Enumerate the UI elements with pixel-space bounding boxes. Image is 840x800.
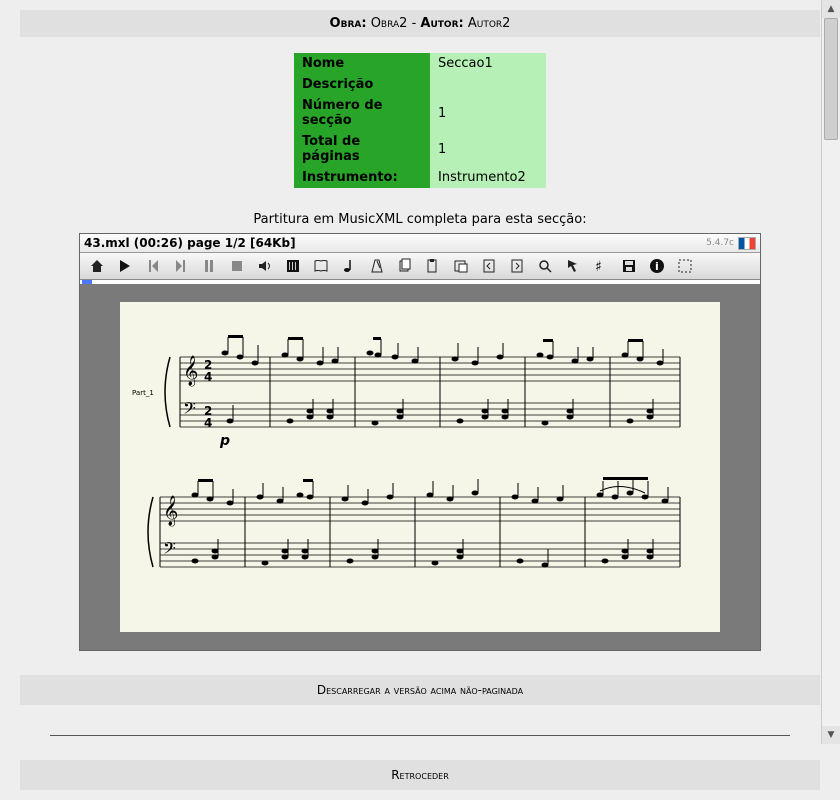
svg-text:4: 4 bbox=[204, 416, 212, 430]
info-key: Total de páginas bbox=[294, 131, 430, 167]
scroll-thumb[interactable] bbox=[824, 18, 838, 140]
mixer-icon[interactable] bbox=[282, 256, 304, 276]
download-button[interactable]: Descarregar a versão acima não-paginada bbox=[20, 675, 820, 705]
sharp-icon[interactable]: ♯ bbox=[590, 256, 612, 276]
info-table: NomeSeccao1 Descrição Número de secção1 … bbox=[294, 53, 546, 188]
svg-text:𝄢: 𝄢 bbox=[163, 538, 176, 562]
divider bbox=[50, 735, 790, 736]
header-bar: Obra: Obra2 - Autor: Autor2 bbox=[20, 10, 820, 37]
scroll-down-button[interactable]: ▼ bbox=[822, 726, 840, 744]
info-key: Descrição bbox=[294, 74, 430, 95]
label-autor: Autor: bbox=[420, 16, 463, 31]
scroll-track[interactable] bbox=[822, 18, 840, 726]
step-forward-icon[interactable] bbox=[170, 256, 192, 276]
score-sheet[interactable]: Part_1 bbox=[120, 302, 720, 632]
stop-icon[interactable] bbox=[226, 256, 248, 276]
value-autor: Autor2 bbox=[468, 16, 511, 31]
info-key: Número de secção bbox=[294, 95, 430, 131]
info-icon[interactable]: i bbox=[646, 256, 668, 276]
arrow-icon[interactable] bbox=[562, 256, 584, 276]
metronome-icon[interactable] bbox=[366, 256, 388, 276]
step-back-icon[interactable] bbox=[142, 256, 164, 276]
info-val: Instrumento2 bbox=[430, 167, 546, 188]
pause-icon[interactable] bbox=[198, 256, 220, 276]
scroll-up-button[interactable]: ▲ bbox=[822, 0, 840, 18]
table-row: Número de secção1 bbox=[294, 95, 546, 131]
svg-text:i: i bbox=[655, 260, 659, 273]
page-prev-icon[interactable] bbox=[478, 256, 500, 276]
svg-text:𝄢: 𝄢 bbox=[183, 398, 196, 422]
value-obra: Obra2 bbox=[371, 16, 408, 31]
info-key: Instrumento: bbox=[294, 167, 430, 188]
note-icon[interactable] bbox=[338, 256, 360, 276]
table-row: Total de páginas1 bbox=[294, 131, 546, 167]
vertical-scrollbar[interactable]: ▲ ▼ bbox=[821, 0, 840, 744]
clip-icon[interactable] bbox=[450, 256, 472, 276]
part-label: Part_1 bbox=[132, 389, 154, 397]
flag-icon[interactable] bbox=[738, 237, 756, 250]
save-icon[interactable] bbox=[618, 256, 640, 276]
home-icon[interactable] bbox=[86, 256, 108, 276]
page-next-icon[interactable] bbox=[506, 256, 528, 276]
play-icon[interactable] bbox=[114, 256, 136, 276]
viewer-titlebar: 43.mxl (00:26) page 1/2 [64Kb] 5.4.7c bbox=[80, 234, 760, 253]
separator: - bbox=[412, 16, 417, 31]
svg-text:♯: ♯ bbox=[595, 259, 602, 274]
score-canvas-wrap: Part_1 bbox=[80, 284, 760, 650]
info-val bbox=[430, 74, 546, 95]
viewer-title-text: 43.mxl (00:26) page 1/2 [64Kb] bbox=[84, 236, 296, 250]
table-row: Instrumento:Instrumento2 bbox=[294, 167, 546, 188]
info-val: 1 bbox=[430, 95, 546, 131]
score-viewer: 43.mxl (00:26) page 1/2 [64Kb] 5.4.7c bbox=[79, 233, 761, 651]
table-row: Descrição bbox=[294, 74, 546, 95]
viewer-version: 5.4.7c bbox=[706, 238, 734, 248]
caption: Partitura em MusicXML completa para esta… bbox=[20, 212, 820, 227]
volume-icon[interactable] bbox=[254, 256, 276, 276]
label-obra: Obra: bbox=[330, 16, 367, 31]
zoom-icon[interactable] bbox=[534, 256, 556, 276]
svg-text:𝄞: 𝄞 bbox=[163, 495, 178, 527]
table-row: NomeSeccao1 bbox=[294, 53, 546, 74]
info-key: Nome bbox=[294, 53, 430, 74]
fullscreen-icon[interactable] bbox=[674, 256, 696, 276]
back-button[interactable]: Retroceder bbox=[20, 760, 820, 790]
svg-text:4: 4 bbox=[204, 370, 212, 384]
info-val: 1 bbox=[430, 131, 546, 167]
info-val: Seccao1 bbox=[430, 53, 546, 74]
book-icon[interactable] bbox=[310, 256, 332, 276]
paste-icon[interactable] bbox=[422, 256, 444, 276]
copy-icon[interactable] bbox=[394, 256, 416, 276]
dynamic-marking: p bbox=[219, 433, 230, 449]
viewer-toolbar: ♯ i bbox=[80, 253, 760, 280]
svg-text:𝄞: 𝄞 bbox=[183, 355, 198, 387]
